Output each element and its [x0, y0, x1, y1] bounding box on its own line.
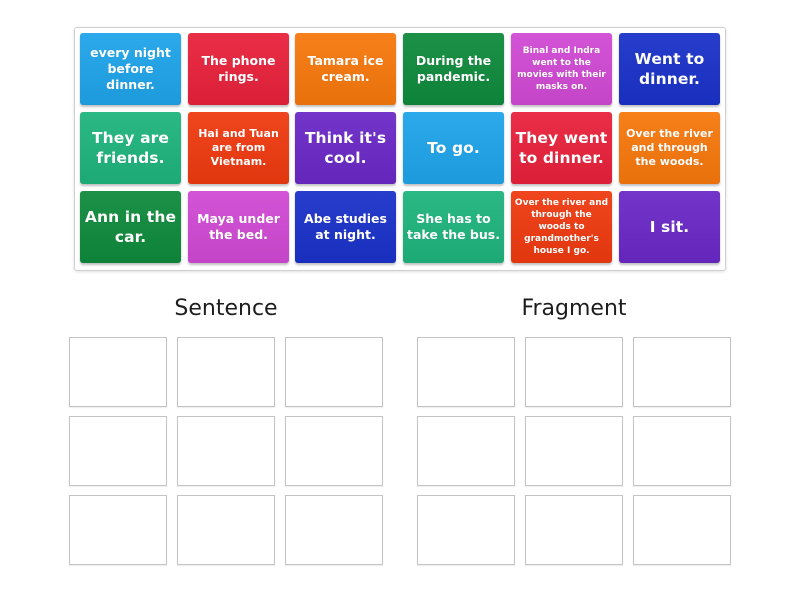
- drop-slot[interactable]: [69, 416, 167, 486]
- card[interactable]: Over the river and through the woods.: [619, 112, 720, 184]
- card[interactable]: Went to dinner.: [619, 33, 720, 105]
- card[interactable]: During the pandemic.: [403, 33, 504, 105]
- category-title-sentence: Sentence: [174, 296, 278, 321]
- category-title-fragment: Fragment: [521, 296, 627, 321]
- card[interactable]: They are friends.: [80, 112, 181, 184]
- drop-slot[interactable]: [525, 495, 623, 565]
- drop-slot[interactable]: [633, 416, 731, 486]
- drop-slot[interactable]: [285, 337, 383, 407]
- card[interactable]: Ann in the car.: [80, 191, 181, 263]
- card-text: The phone rings.: [201, 53, 276, 84]
- drop-slot[interactable]: [633, 495, 731, 565]
- card-text: Went to dinner.: [634, 50, 705, 88]
- card[interactable]: every night before dinner.: [80, 33, 181, 105]
- card[interactable]: She has to take the bus.: [403, 191, 504, 263]
- card-text: To go.: [427, 139, 480, 157]
- card[interactable]: Binal and Indra went to the movies with …: [511, 33, 612, 105]
- drop-slot[interactable]: [69, 495, 167, 565]
- drop-slot[interactable]: [417, 495, 515, 565]
- card-text: Hai and Tuan are from Vietnam.: [198, 127, 279, 168]
- drop-slot[interactable]: [69, 337, 167, 407]
- drop-slot[interactable]: [285, 416, 383, 486]
- card[interactable]: Maya under the bed.: [188, 191, 289, 263]
- drop-slot[interactable]: [177, 337, 275, 407]
- drop-slot[interactable]: [417, 337, 515, 407]
- card[interactable]: I sit.: [619, 191, 720, 263]
- card-text: Over the river and through the woods.: [626, 127, 713, 168]
- card-text: Abe studies at night.: [304, 211, 387, 242]
- drop-slot[interactable]: [285, 495, 383, 565]
- card[interactable]: Hai and Tuan are from Vietnam.: [188, 112, 289, 184]
- card-text: She has to take the bus.: [407, 211, 500, 242]
- drop-slot[interactable]: [525, 416, 623, 486]
- card-text: Maya under the bed.: [197, 211, 280, 242]
- card-text: Binal and Indra went to the movies with …: [517, 46, 606, 92]
- card[interactable]: Over the river and through the woods to …: [511, 191, 612, 263]
- drop-slot[interactable]: [177, 416, 275, 486]
- card[interactable]: They went to dinner.: [511, 112, 612, 184]
- card[interactable]: Think it's cool.: [295, 112, 396, 184]
- card-text: Think it's cool.: [304, 129, 387, 167]
- card[interactable]: Abe studies at night.: [295, 191, 396, 263]
- card-text: They went to dinner.: [515, 129, 608, 167]
- card-text: During the pandemic.: [415, 53, 492, 84]
- card-text: every night before dinner.: [90, 45, 171, 92]
- card-text: Over the river and through the woods to …: [514, 198, 609, 256]
- card-text: They are friends.: [91, 129, 170, 167]
- card[interactable]: To go.: [403, 112, 504, 184]
- card[interactable]: The phone rings.: [188, 33, 289, 105]
- card-text: Tamara ice cream.: [307, 53, 384, 84]
- drop-slot[interactable]: [633, 337, 731, 407]
- drop-slot[interactable]: [177, 495, 275, 565]
- drop-slot[interactable]: [417, 416, 515, 486]
- card[interactable]: Tamara ice cream.: [295, 33, 396, 105]
- drop-slot[interactable]: [525, 337, 623, 407]
- card-text: Ann in the car.: [84, 208, 177, 246]
- card-text: I sit.: [649, 218, 690, 236]
